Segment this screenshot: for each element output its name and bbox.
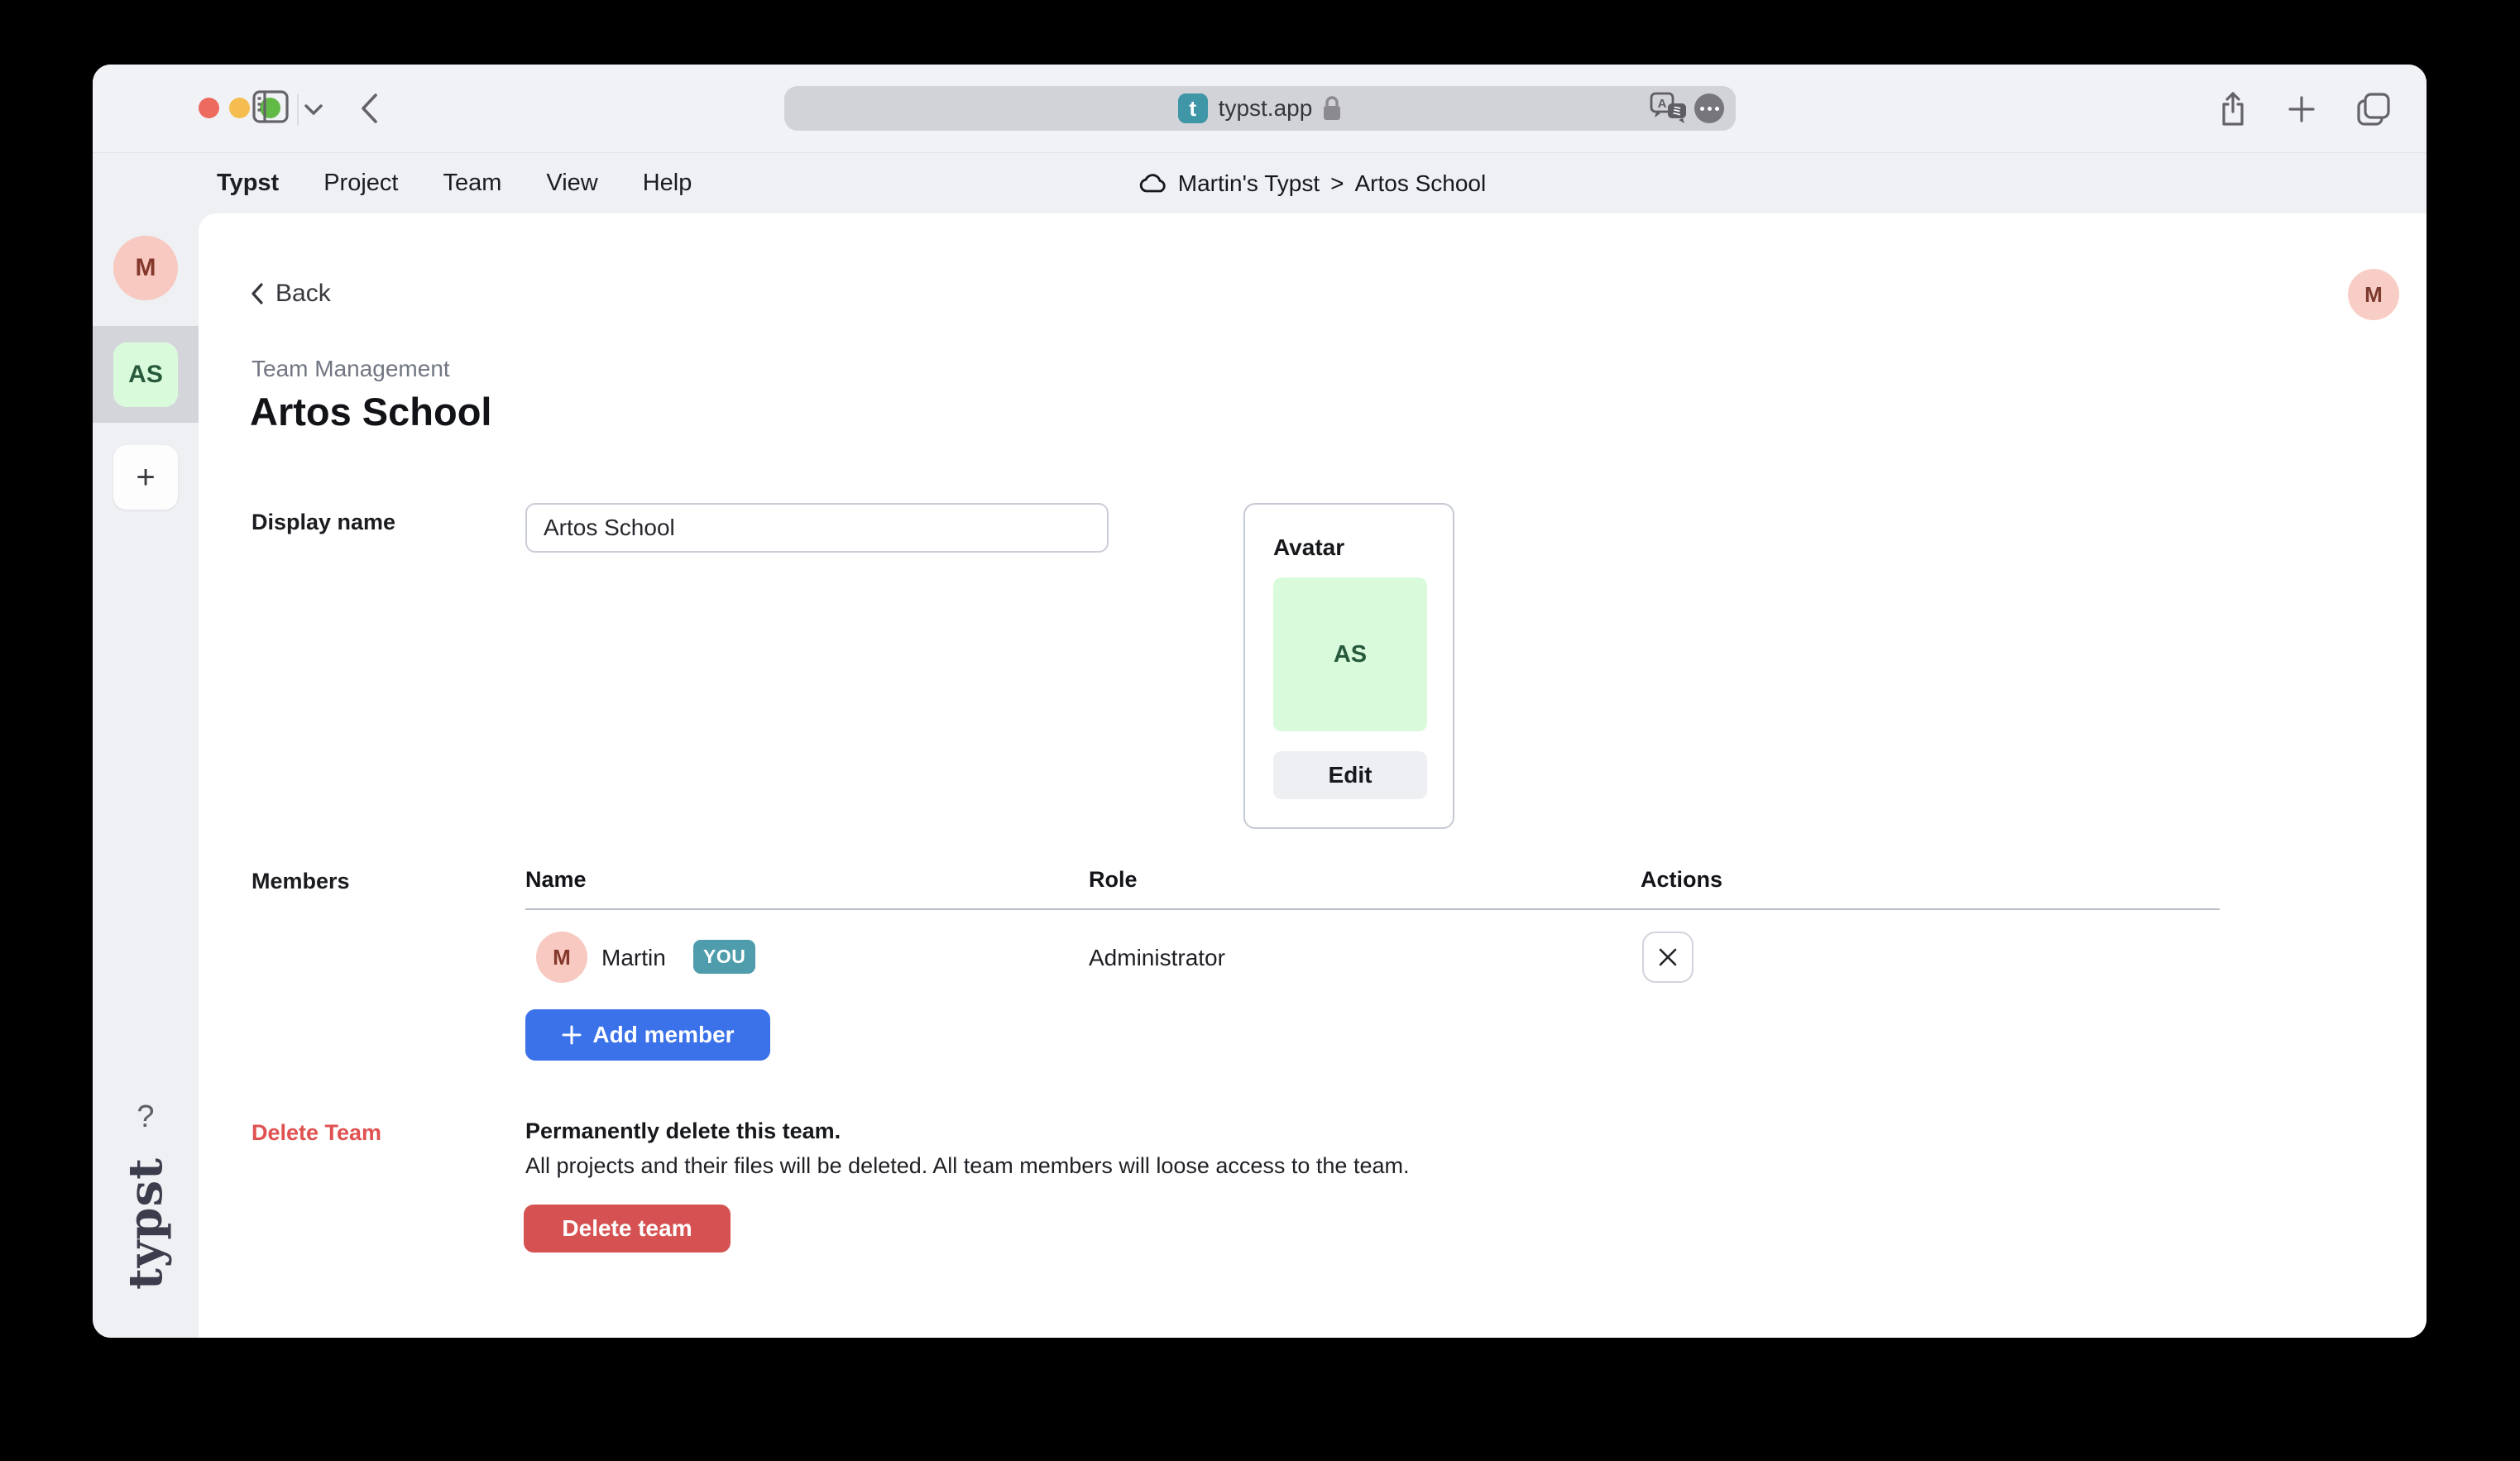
sidebar-toggle-icon[interactable] (252, 90, 289, 123)
more-options-icon[interactable] (1694, 93, 1724, 123)
favicon-letter: t (1189, 96, 1196, 122)
table-header-divider (525, 908, 2220, 910)
member-avatar: M (536, 932, 587, 983)
app-menu-bar: Typst Project Team View Help Martin's Ty… (93, 153, 2427, 213)
translate-icon[interactable]: A ミ (1650, 92, 1688, 125)
delete-team-button[interactable]: Delete team (524, 1205, 731, 1253)
remove-member-button[interactable] (1642, 932, 1694, 983)
avatar-card-title: Avatar (1273, 534, 1344, 561)
site-favicon: t (1178, 93, 1208, 123)
member-role: Administrator (1089, 945, 1225, 971)
back-chevron-icon (251, 282, 264, 305)
team-avatar-preview: AS (1273, 577, 1427, 731)
avatar-card: Avatar AS Edit (1243, 503, 1454, 829)
column-header-name: Name (525, 867, 587, 893)
delete-team-label: Delete Team (252, 1120, 381, 1146)
display-name-label: Display name (252, 510, 395, 535)
new-tab-icon[interactable] (2288, 95, 2316, 123)
breadcrumb-team[interactable]: Martin's Typst (1178, 170, 1320, 197)
column-header-role: Role (1089, 867, 1138, 893)
breadcrumb-separator: > (1330, 170, 1344, 197)
address-bar[interactable]: t typst.app A ミ (784, 86, 1736, 131)
column-header-actions: Actions (1641, 867, 1722, 893)
sidebar-team-avatar[interactable]: AS (113, 342, 178, 407)
edit-avatar-button[interactable]: Edit (1273, 751, 1427, 799)
typst-app-page: Typst Project Team View Help Martin's Ty… (93, 153, 2427, 1338)
team-management-panel: M Back Team Management Artos School Disp… (199, 213, 2427, 1338)
member-name: Martin (601, 945, 666, 971)
browser-window: t typst.app A ミ (93, 65, 2427, 1338)
browser-toolbar: t typst.app A ミ (93, 65, 2427, 153)
chevron-down-icon[interactable] (304, 103, 323, 116)
back-arrow-icon[interactable] (360, 93, 378, 124)
breadcrumb: Martin's Typst > Artos School (199, 153, 2427, 213)
lock-icon (1322, 95, 1342, 122)
back-link[interactable]: Back (251, 280, 331, 308)
tab-overview-icon[interactable] (2357, 93, 2390, 126)
section-label: Team Management (252, 356, 450, 382)
breadcrumb-page[interactable]: Artos School (1354, 170, 1486, 197)
toolbar-divider (297, 94, 299, 126)
cloud-icon (1139, 174, 1167, 194)
close-icon (1657, 946, 1679, 968)
svg-text:ミ: ミ (1671, 105, 1682, 117)
typst-logo: typst (118, 1157, 173, 1290)
sidebar-user-avatar[interactable]: M (113, 236, 178, 300)
members-label: Members (252, 869, 350, 894)
share-icon[interactable] (2220, 92, 2246, 127)
delete-warning-title: Permanently delete this team. (525, 1119, 841, 1144)
delete-warning-body: All projects and their files will be del… (525, 1153, 1409, 1179)
display-name-input[interactable] (525, 503, 1109, 553)
you-badge: YOU (693, 940, 755, 974)
url-text: typst.app (1219, 95, 1313, 122)
sidebar-item-selected: AS (93, 326, 199, 423)
svg-text:A: A (1658, 97, 1667, 111)
close-window-button[interactable] (199, 98, 219, 118)
workspace-sidebar: M AS + ? typst (93, 213, 199, 1338)
page-title: Artos School (250, 389, 491, 434)
plus-icon (561, 1024, 582, 1046)
account-avatar[interactable]: M (2348, 269, 2399, 320)
add-team-button[interactable]: + (113, 445, 178, 510)
minimize-window-button[interactable] (229, 98, 250, 118)
add-member-button[interactable]: Add member (525, 1009, 770, 1061)
help-button[interactable]: ? (93, 1099, 199, 1135)
